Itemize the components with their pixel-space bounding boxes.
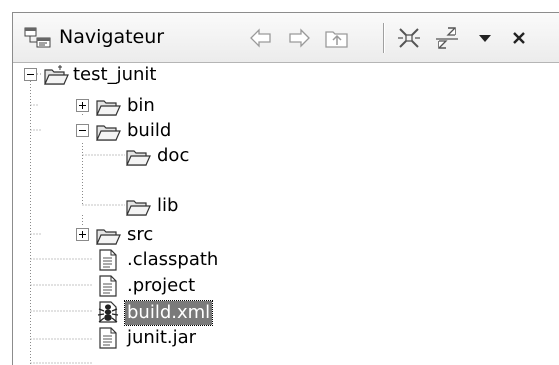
tree-item-project[interactable]: .project bbox=[13, 274, 559, 302]
tree-item-bin[interactable]: bin bbox=[13, 94, 559, 122]
tree-item-doc[interactable]: doc bbox=[13, 144, 559, 172]
tree-item-label[interactable]: test_junit bbox=[71, 63, 158, 87]
folder-icon bbox=[125, 144, 151, 168]
tree-item-label[interactable]: bin bbox=[125, 94, 157, 118]
tree-root-row[interactable]: test_junit bbox=[13, 63, 559, 91]
ant-build-file-icon bbox=[95, 300, 121, 324]
folder-icon bbox=[95, 119, 121, 143]
forward-arrow-icon[interactable] bbox=[285, 24, 313, 52]
folder-icon bbox=[95, 94, 121, 118]
collapse-all-icon[interactable] bbox=[395, 24, 423, 52]
resource-tree: test_junit bin build doc lib src .classp… bbox=[13, 63, 559, 365]
toolbar-separator bbox=[383, 23, 384, 53]
file-icon bbox=[95, 248, 121, 272]
tree-item-lib[interactable]: lib bbox=[13, 194, 559, 222]
tree-item-label[interactable]: .classpath bbox=[125, 248, 220, 272]
tree-item-label[interactable]: build.xml bbox=[123, 300, 214, 326]
tree-item-label[interactable]: src bbox=[125, 223, 155, 247]
tree-item-classpath[interactable]: .classpath bbox=[13, 248, 559, 276]
tree-item-label[interactable]: doc bbox=[155, 144, 191, 168]
tree-item-build[interactable]: build bbox=[13, 119, 559, 147]
folder-icon bbox=[95, 223, 121, 247]
collapse-toggle[interactable] bbox=[24, 68, 37, 81]
expand-toggle[interactable] bbox=[76, 99, 89, 112]
view-titlebar: Navigateur bbox=[13, 13, 559, 63]
link-with-editor-icon[interactable] bbox=[433, 24, 461, 52]
project-folder-icon bbox=[43, 63, 69, 87]
view-title: Navigateur bbox=[59, 26, 165, 48]
collapse-toggle[interactable] bbox=[76, 124, 89, 137]
tree-item-label[interactable]: junit.jar bbox=[125, 326, 198, 350]
file-icon bbox=[95, 274, 121, 298]
tree-item-label[interactable]: .project bbox=[125, 274, 197, 298]
tree-item-build-xml[interactable]: build.xml bbox=[13, 300, 559, 328]
expand-toggle[interactable] bbox=[76, 228, 89, 241]
view-menu-dropdown-icon[interactable] bbox=[471, 24, 499, 52]
tree-item-junit-jar[interactable]: junit.jar bbox=[13, 326, 559, 354]
tree-item-src[interactable]: src bbox=[13, 223, 559, 251]
folder-icon bbox=[125, 194, 151, 218]
close-icon[interactable] bbox=[505, 24, 533, 52]
tree-item-label[interactable]: lib bbox=[155, 194, 180, 218]
file-icon bbox=[95, 326, 121, 350]
navigator-view: Navigateur test_junit bin build doc lib … bbox=[12, 12, 559, 365]
tree-item-label[interactable]: build bbox=[125, 119, 173, 143]
back-arrow-icon[interactable] bbox=[247, 24, 275, 52]
navigator-view-icon bbox=[24, 27, 52, 49]
up-folder-icon[interactable] bbox=[323, 24, 351, 52]
